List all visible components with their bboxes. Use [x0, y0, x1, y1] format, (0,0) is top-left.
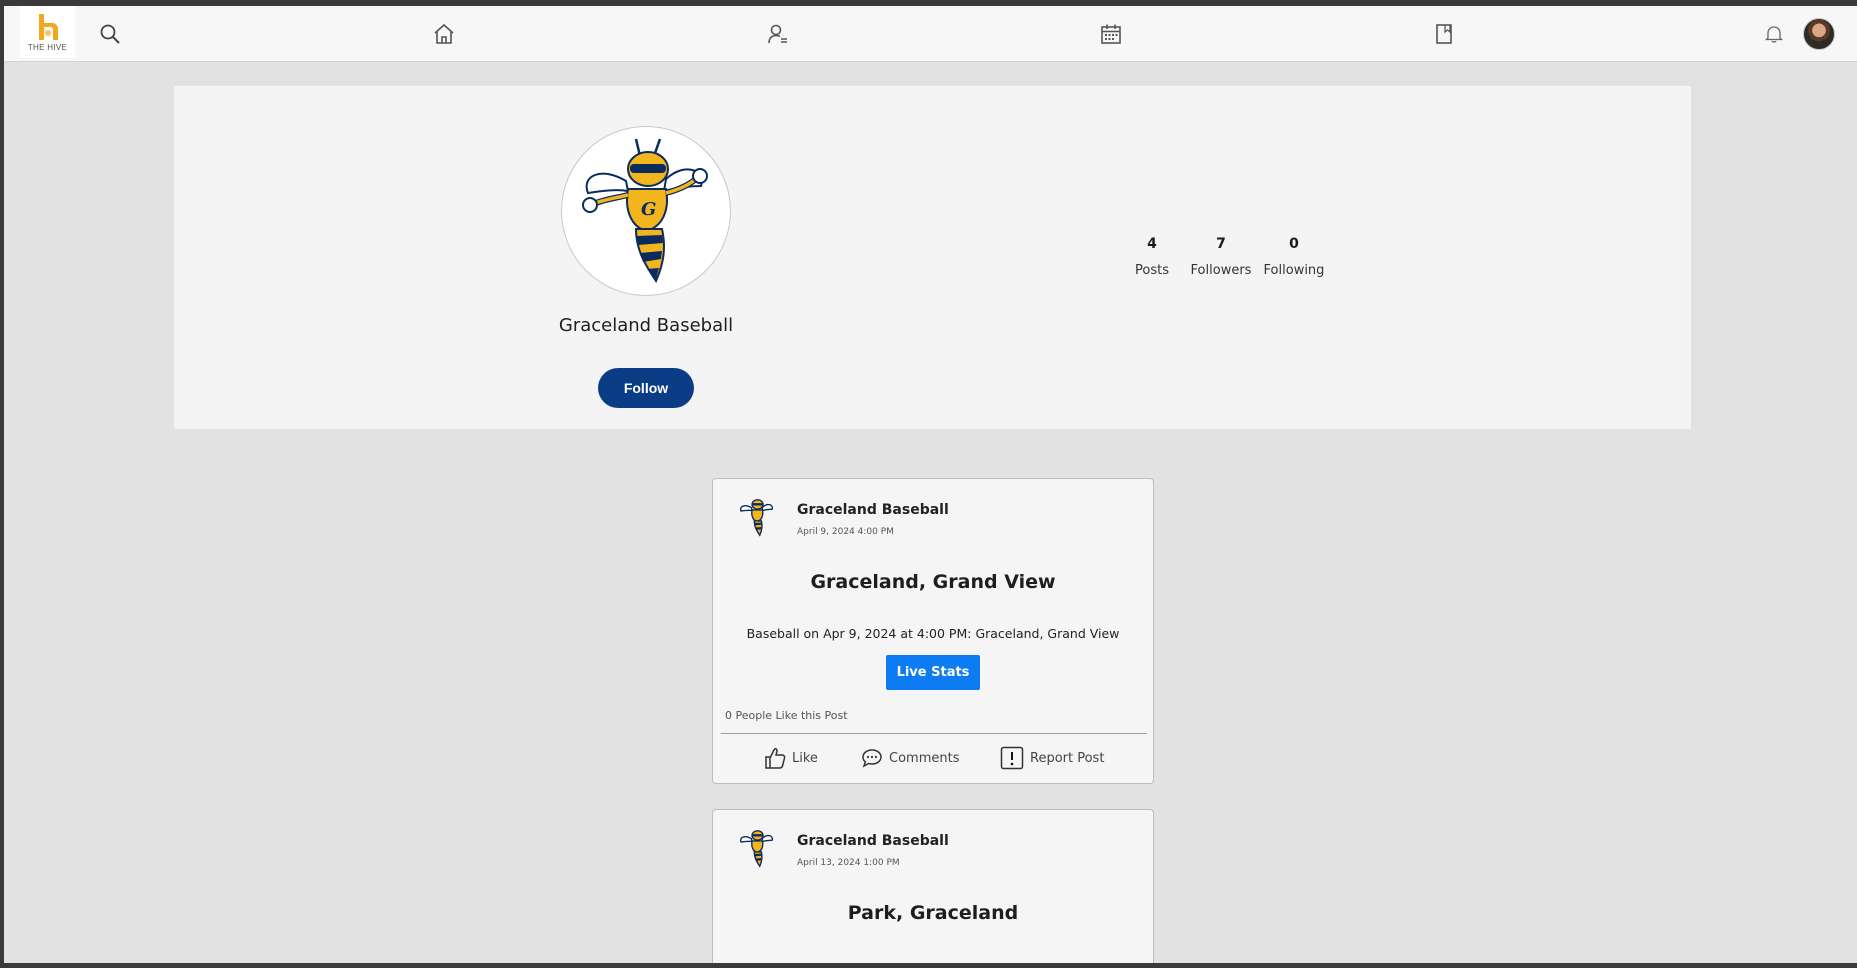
logo-text: THE HIVE [27, 43, 68, 52]
stat-following-value: 0 [1289, 236, 1299, 252]
hive-logo-icon [38, 14, 58, 40]
svg-text:G: G [641, 199, 656, 220]
hornet-mascot-icon [739, 830, 774, 868]
stat-posts-label: Posts [1135, 263, 1169, 278]
post-divider [721, 733, 1147, 734]
hive-logo[interactable]: THE HIVE [20, 6, 75, 58]
stat-followers[interactable]: 7 Followers [1181, 236, 1261, 278]
post-author-avatar[interactable] [735, 494, 779, 538]
comment-bubble-icon [862, 749, 882, 768]
thumbs-up-icon [765, 748, 786, 769]
post-body: Baseball on Apr 9, 2024 at 4:00 PM: Grac… [746, 626, 1120, 641]
top-navbar: THE HIVE [4, 6, 1857, 62]
profile-avatar: G [561, 126, 731, 296]
stat-posts-value: 4 [1147, 236, 1157, 252]
profile-name: Graceland Baseball [558, 315, 734, 336]
people-icon[interactable] [764, 20, 792, 48]
like-button[interactable]: Like [764, 743, 818, 773]
window-frame-bottom [0, 963, 1857, 968]
report-label: Report Post [1030, 750, 1105, 766]
hornet-mascot-icon: G [582, 138, 708, 284]
bell-icon[interactable] [1760, 20, 1788, 48]
stat-followers-label: Followers [1190, 263, 1252, 278]
window-frame-left [0, 0, 4, 968]
profile-header: G Graceland Baseball Follow 4 Posts 7 Fo… [174, 86, 1691, 429]
stat-followers-value: 7 [1216, 236, 1226, 252]
post-author-name[interactable]: Graceland Baseball [797, 833, 949, 849]
comments-button[interactable]: Comments [861, 743, 959, 773]
post-author-avatar[interactable] [735, 825, 779, 869]
post-date: April 9, 2024 4:00 PM [797, 527, 894, 537]
live-stats-button[interactable]: Live Stats [886, 655, 980, 690]
search-icon[interactable] [96, 20, 124, 48]
user-avatar[interactable] [1803, 18, 1835, 50]
comments-label: Comments [889, 750, 960, 766]
post-card: Graceland Baseball April 13, 2024 1:00 P… [712, 809, 1154, 968]
post-author-name[interactable]: Graceland Baseball [797, 502, 949, 518]
post-title: Park, Graceland [847, 902, 1019, 924]
like-label: Like [792, 750, 818, 766]
calendar-icon[interactable] [1097, 20, 1125, 48]
follow-button[interactable]: Follow [598, 368, 694, 408]
post-title: Graceland, Grand View [810, 571, 1056, 593]
stat-posts[interactable]: 4 Posts [1112, 236, 1192, 278]
post-date: April 13, 2024 1:00 PM [797, 858, 900, 868]
report-post-button[interactable]: Report Post [1000, 743, 1104, 773]
stat-following[interactable]: 0 Following [1254, 236, 1334, 278]
likes-count: 0 People Like this Post [725, 709, 848, 722]
bookmark-icon[interactable] [1430, 20, 1458, 48]
home-icon[interactable] [430, 20, 458, 48]
post-card: Graceland Baseball April 9, 2024 4:00 PM… [712, 478, 1154, 784]
hornet-mascot-icon [739, 499, 774, 537]
report-icon [1000, 746, 1024, 770]
stat-following-label: Following [1263, 263, 1325, 278]
